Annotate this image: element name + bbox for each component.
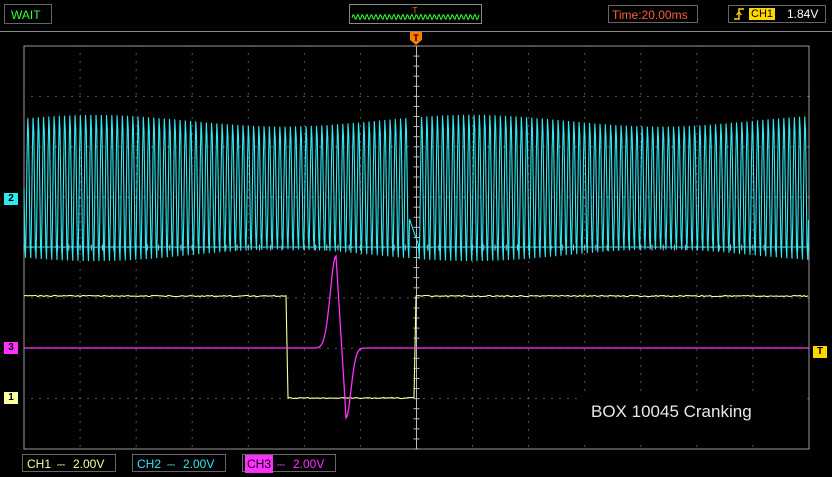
ch1-volts-div: 2.00V (73, 455, 104, 473)
ch2-ground-marker[interactable]: 2 (4, 193, 18, 205)
dc-coupling-icon: ⎓ (167, 457, 175, 475)
ch2-settings[interactable]: CH2 ⎓ 2.00V (132, 454, 226, 472)
dc-coupling-icon: ⎓ (277, 457, 285, 475)
ch3-label: CH3 (245, 455, 273, 473)
ch3-volts-div: 2.00V (293, 455, 324, 473)
ch1-settings[interactable]: CH1 ⎓ 2.00V (22, 454, 116, 472)
svg-text:T: T (413, 33, 419, 43)
ch3-settings[interactable]: CH3 ⎓ 2.00V (242, 454, 336, 472)
ch3-ground-marker[interactable]: 3 (4, 342, 18, 354)
ch1-label: CH1 (25, 455, 53, 473)
trigger-position-marker: T (410, 32, 422, 45)
watermark-label: BOX 10045 Cranking (579, 395, 807, 443)
ch2-label: CH2 (135, 455, 163, 473)
dc-coupling-icon: ⎓ (57, 457, 65, 475)
trigger-level-marker[interactable]: T (813, 346, 827, 358)
ch2-volts-div: 2.00V (183, 455, 214, 473)
ch1-ground-marker[interactable]: 1 (4, 392, 18, 404)
